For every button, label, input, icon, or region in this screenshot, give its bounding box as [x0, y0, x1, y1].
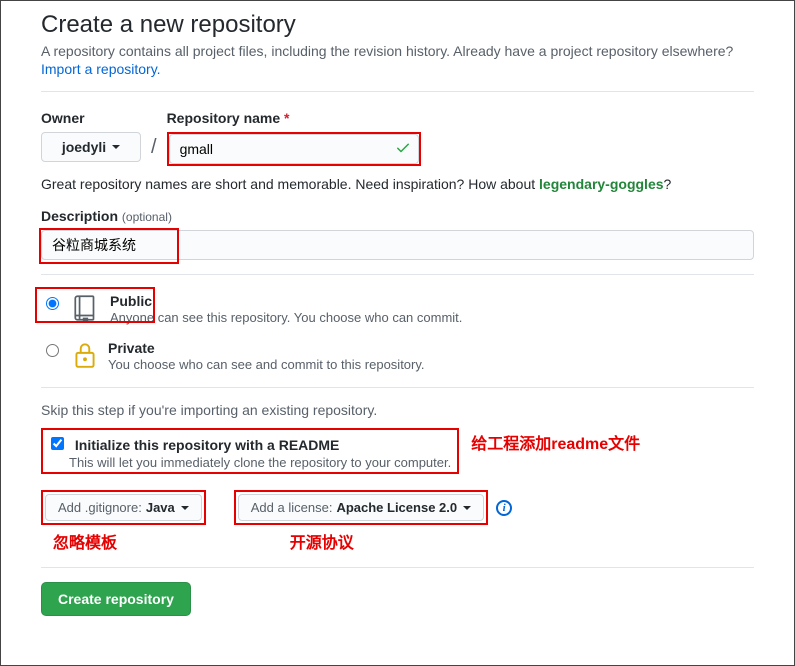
divider	[41, 567, 754, 568]
lock-icon	[72, 340, 98, 373]
required-asterisk: *	[284, 110, 289, 126]
repo-public-icon	[72, 293, 100, 326]
description-label: Description (optional)	[41, 208, 754, 224]
description-input[interactable]	[41, 230, 754, 260]
private-radio[interactable]	[46, 344, 59, 357]
caret-down-icon	[463, 506, 471, 510]
name-hint: Great repository names are short and mem…	[41, 176, 754, 192]
skip-hint: Skip this step if you're importing an ex…	[41, 402, 754, 418]
page-title: Create a new repository	[41, 11, 754, 39]
visibility-private-option[interactable]: Private You choose who can see and commi…	[41, 340, 754, 373]
repository-name-label: Repository name *	[167, 110, 421, 126]
private-desc: You choose who can see and commit to thi…	[108, 357, 425, 372]
page-subtitle: A repository contains all project files,…	[41, 43, 754, 59]
check-icon	[395, 140, 411, 159]
caret-down-icon	[112, 145, 120, 149]
divider	[41, 274, 754, 275]
owner-select-button[interactable]: joedyli	[41, 132, 141, 162]
repository-name-input[interactable]	[169, 134, 419, 164]
readme-desc: This will let you immediately clone the …	[69, 455, 451, 470]
public-title: Public	[110, 293, 462, 309]
readme-label: Initialize this repository with a README	[75, 437, 339, 453]
owner-label: Owner	[41, 110, 141, 126]
gitignore-select-button[interactable]: Add .gitignore: Java	[45, 494, 202, 521]
private-title: Private	[108, 340, 425, 356]
caret-down-icon	[181, 506, 189, 510]
annotation-license: 开源协议	[290, 529, 512, 553]
import-repository-link[interactable]: Import a repository.	[41, 61, 161, 77]
license-select-button[interactable]: Add a license: Apache License 2.0	[238, 494, 484, 521]
divider	[41, 91, 754, 92]
name-suggestion[interactable]: legendary-goggles	[539, 176, 663, 192]
info-icon[interactable]: i	[496, 500, 512, 516]
create-repository-button[interactable]: Create repository	[41, 582, 191, 616]
annotation-readme: 给工程添加readme文件	[471, 430, 640, 454]
annotation-gitignore: 忽略模板	[53, 529, 206, 553]
slash-separator: /	[151, 136, 157, 166]
readme-checkbox[interactable]	[51, 437, 64, 450]
visibility-public-option[interactable]: Public Anyone can see this repository. Y…	[41, 293, 754, 326]
divider	[41, 387, 754, 388]
public-desc: Anyone can see this repository. You choo…	[110, 310, 462, 325]
public-radio[interactable]	[46, 297, 59, 310]
